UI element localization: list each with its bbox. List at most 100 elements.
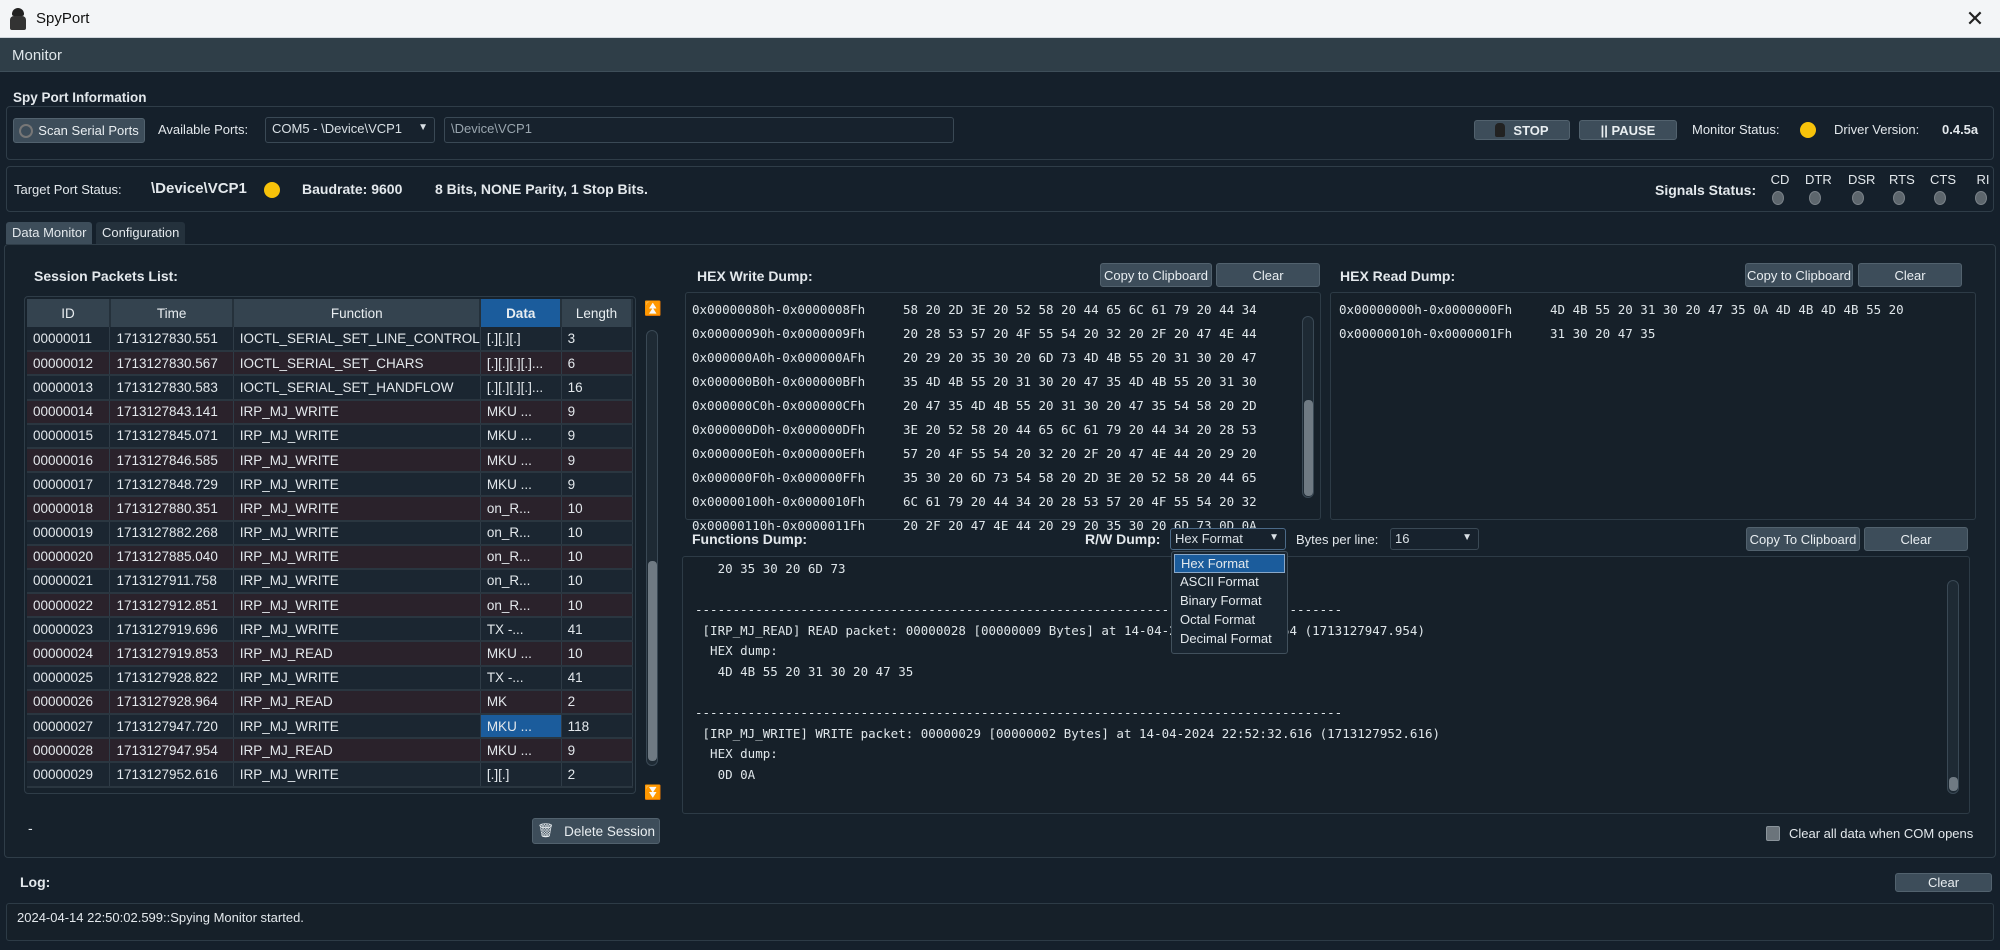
column-header-id[interactable]: ID	[27, 299, 111, 327]
log-clear-button[interactable]: Clear	[1895, 873, 1992, 892]
hex-read-title: HEX Read Dump:	[1340, 268, 1456, 284]
hex-read-dump[interactable]: 0x00000000h-0x0000000Fh 4D 4B 55 20 31 30…	[1330, 292, 1976, 520]
chevron-down-icon: ▼	[418, 122, 428, 133]
table-row[interactable]: 00000028 1713127947.954 IRP_MJ_READ MKU ...…	[27, 738, 633, 764]
table-row[interactable]: 00000018 1713127880.351 IRP_MJ_WRITE on_R..…	[27, 496, 633, 522]
log-output[interactable]: 2024-04-14 22:50:02.599::Spying Monitor …	[6, 903, 1994, 941]
hex-write-address: 0x00000090h-0x0000009Fh	[692, 326, 866, 341]
cell-data: [.][.][.][.]...	[480, 375, 562, 401]
hex-read-line: 0x00000010h-0x0000001Fh 31 30 20 47 35	[1339, 322, 1967, 346]
signal-label-cts: CTS	[1930, 172, 1956, 187]
table-row[interactable]: 00000019 1713127882.268 IRP_MJ_WRITE on_R..…	[27, 520, 633, 546]
table-row[interactable]: 00000024 1713127919.853 IRP_MJ_READ MKU ...…	[27, 641, 633, 667]
table-row[interactable]: 00000021 1713127911.758 IRP_MJ_WRITE on_R..…	[27, 568, 633, 595]
table-row[interactable]: 00000025 1713127928.822 IRP_MJ_WRITE TX -..…	[27, 665, 633, 691]
table-row[interactable]: 00000026 1713127928.964 IRP_MJ_READ MK 2	[27, 689, 633, 716]
signal-label-dsr: DSR	[1848, 172, 1876, 187]
tab-configuration[interactable]: Configuration	[96, 222, 186, 244]
cell-length: 10	[561, 520, 633, 546]
cell-time: 1713127911.758	[109, 568, 234, 595]
rw-dump-option[interactable]: ASCII Format	[1174, 573, 1285, 592]
scan-icon	[19, 123, 34, 138]
scroll-top-icon[interactable]: ⏫	[644, 300, 661, 317]
rw-dump-select[interactable]: Hex Format ▼	[1170, 528, 1286, 550]
pause-button[interactable]: || PAUSE	[1579, 120, 1677, 140]
selected-port-value: COM5 - \Device\VCP1	[272, 121, 403, 136]
menu-bar: Monitor	[0, 38, 2000, 72]
hex-write-dump[interactable]: 0x00000080h-0x0000008Fh 58 20 2D 3E 20 52…	[685, 292, 1321, 533]
cell-time: 1713127919.696	[109, 617, 234, 643]
scan-serial-ports-button[interactable]: Scan Serial Ports	[13, 118, 145, 143]
functions-scrollbar[interactable]	[1947, 580, 1959, 794]
delete-session-button[interactable]: 🗑 Delete Session	[532, 818, 660, 844]
hex-write-clear-button[interactable]: Clear	[1216, 263, 1320, 287]
scroll-thumb[interactable]	[1949, 777, 1958, 791]
hex-read-copy-button[interactable]: Copy to Clipboard	[1745, 263, 1853, 287]
table-row[interactable]: 00000016 1713127846.585 IRP_MJ_WRITE MKU ..…	[27, 447, 633, 474]
signal-label-dtr: DTR	[1805, 172, 1832, 187]
functions-copy-button[interactable]: Copy To Clipboard	[1746, 527, 1860, 551]
column-header-function[interactable]: Function	[233, 299, 482, 327]
table-row[interactable]: 00000015 1713127845.071 IRP_MJ_WRITE MKU ..…	[27, 423, 633, 449]
hex-write-line: 0x000000A0h-0x000000AFh 20 29 20 35 30 20…	[692, 346, 1314, 370]
table-row[interactable]: 00000017 1713127848.729 IRP_MJ_WRITE MKU ..…	[27, 472, 633, 498]
hex-write-bytes: 57 20 4F 55 54 20 32 20 2F 20 47 4E 44 2…	[903, 446, 1257, 461]
functions-dump[interactable]: 20 35 30 20 6D 73 ----------------------…	[682, 556, 1970, 814]
available-ports-select[interactable]: COM5 - \Device\VCP1 ▼	[265, 117, 435, 143]
close-icon[interactable]: ✕	[1960, 4, 1990, 34]
menu-monitor[interactable]: Monitor	[12, 47, 62, 64]
stop-button[interactable]: STOP	[1474, 120, 1570, 140]
spy-port-info-label: Spy Port Information	[13, 90, 153, 105]
device-path-field[interactable]: \Device\VCP1	[444, 117, 954, 143]
table-row[interactable]: 00000023 1713127919.696 IRP_MJ_WRITE TX -..…	[27, 617, 633, 643]
table-row[interactable]: 00000011 1713127830.551 IOCTL_SERIAL_SET_L…	[27, 327, 633, 353]
hex-read-clear-button[interactable]: Clear	[1858, 263, 1962, 287]
cell-id: 00000015	[27, 423, 111, 449]
table-row[interactable]: 00000022 1713127912.851 IRP_MJ_WRITE on_R..…	[27, 593, 633, 619]
tab-data-monitor[interactable]: Data Monitor	[6, 222, 93, 244]
cell-length: 10	[561, 641, 633, 667]
hex-read-line: 0x00000000h-0x0000000Fh 4D 4B 55 20 31 30…	[1339, 298, 1967, 322]
table-row[interactable]: 00000029 1713127952.616 IRP_MJ_WRITE [.][.]…	[27, 762, 633, 788]
cell-data: MKU ...	[480, 399, 562, 425]
cell-id: 00000023	[27, 617, 111, 643]
cell-function: IRP_MJ_WRITE	[233, 544, 481, 570]
cell-time: 1713127830.567	[109, 351, 234, 377]
rw-dump-option[interactable]: Decimal Format	[1174, 630, 1285, 649]
table-row[interactable]: 00000013 1713127830.583 IOCTL_SERIAL_SET_H…	[27, 375, 633, 401]
rw-dump-option[interactable]: Hex Format	[1174, 554, 1285, 573]
hex-write-scrollbar[interactable]	[1302, 316, 1314, 498]
bytes-per-line-select[interactable]: 16 ▼	[1390, 528, 1479, 550]
hex-write-line: 0x000000F0h-0x000000FFh 35 30 20 6D 73 54…	[692, 466, 1314, 490]
scroll-bottom-icon[interactable]: ⏬	[644, 784, 661, 801]
session-packets-table[interactable]: ID Time Function Data Length 00000011 17131278…	[24, 296, 636, 794]
cell-data: MK	[480, 689, 562, 716]
table-row[interactable]: 00000027 1713127947.720 IRP_MJ_WRITE MKU ..…	[27, 714, 633, 740]
hex-read-bytes: 31 30 20 47 35	[1550, 326, 1656, 341]
cell-time: 1713127843.141	[109, 399, 234, 425]
title-bar: SpyPort	[0, 0, 2000, 38]
cell-id: 00000020	[27, 544, 111, 570]
table-row[interactable]: 00000012 1713127830.567 IOCTL_SERIAL_SET_C…	[27, 351, 633, 377]
cell-data: MKU ...	[480, 447, 562, 474]
hex-write-copy-button[interactable]: Copy to Clipboard	[1100, 263, 1212, 287]
scroll-thumb[interactable]	[1304, 400, 1313, 496]
scroll-thumb[interactable]	[648, 561, 657, 761]
hex-write-bytes: 20 28 53 57 20 4F 55 54 20 32 20 2F 20 4…	[903, 326, 1257, 341]
rw-dump-option[interactable]: Octal Format	[1174, 611, 1285, 630]
table-row[interactable]: 00000014 1713127843.141 IRP_MJ_WRITE MKU ..…	[27, 399, 633, 425]
session-scrollbar[interactable]	[646, 330, 658, 766]
functions-clear-button[interactable]: Clear	[1864, 527, 1968, 551]
signal-indicator-cd	[1772, 191, 1784, 205]
column-header-length[interactable]: Length	[561, 299, 633, 327]
column-header-data[interactable]: Data	[480, 299, 563, 327]
baudrate: Baudrate: 9600	[302, 181, 403, 197]
clear-on-open-checkbox[interactable]	[1766, 826, 1780, 841]
column-header-time[interactable]: Time	[109, 299, 235, 327]
rw-dump-option[interactable]: Binary Format	[1174, 592, 1285, 611]
cell-id: 00000019	[27, 520, 111, 546]
table-row[interactable]: 00000020 1713127885.040 IRP_MJ_WRITE on_R..…	[27, 544, 633, 570]
cell-function: IRP_MJ_READ	[233, 689, 481, 716]
cell-length: 10	[561, 544, 633, 570]
cell-id: 00000011	[27, 327, 111, 353]
